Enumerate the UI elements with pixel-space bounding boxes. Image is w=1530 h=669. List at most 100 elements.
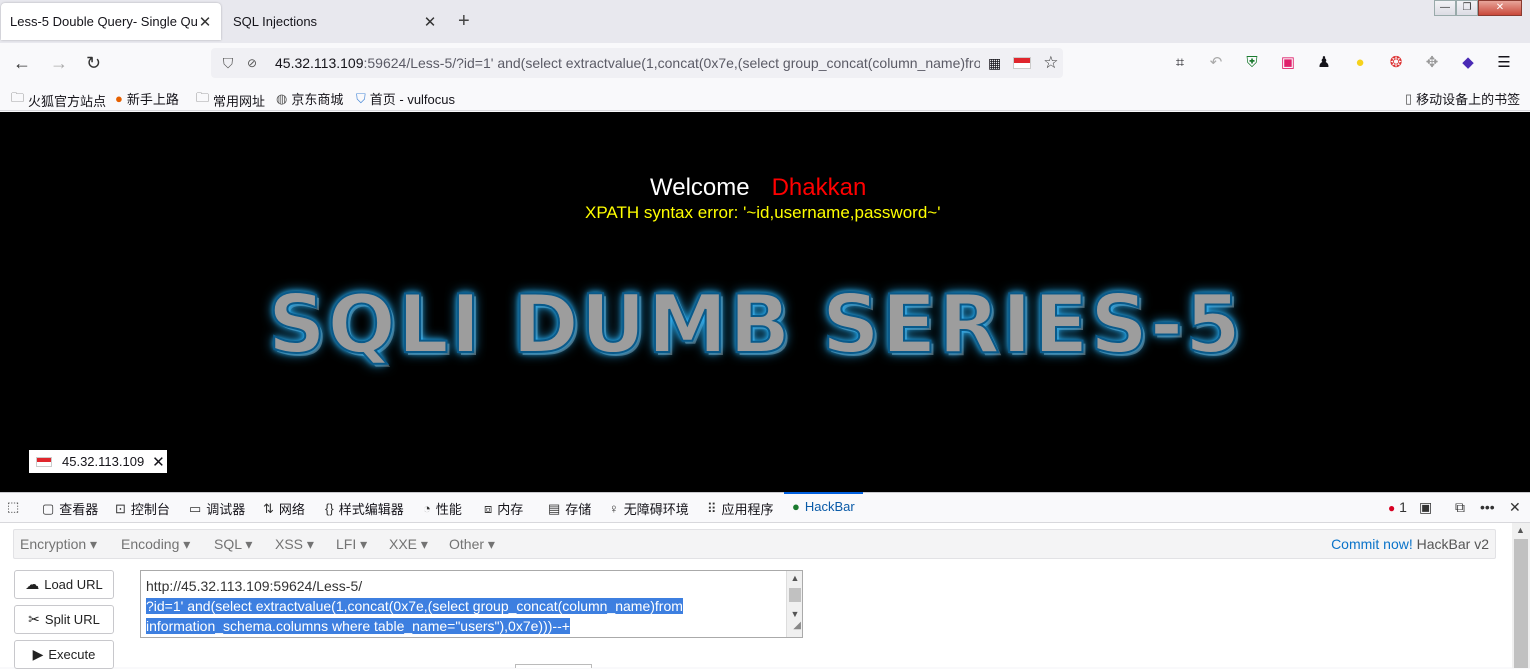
back-button[interactable]: ←: [13, 52, 31, 74]
tab-memory[interactable]: ⧈ 内存: [484, 499, 523, 518]
close-icon[interactable]: ✕: [152, 453, 165, 471]
tab-performance[interactable]: ◔ 性能: [423, 499, 462, 518]
insecure-lock-icon[interactable]: ⊘: [247, 56, 263, 70]
new-tab-button[interactable]: +: [458, 10, 470, 32]
bookmark-label: 新手上路: [126, 92, 179, 107]
scroll-up-icon[interactable]: ▲: [1516, 525, 1525, 535]
bookmark-label: 移动设备上的书签: [1416, 92, 1521, 107]
menu-icon[interactable]: ☰: [1494, 53, 1514, 73]
url-textarea[interactable]: http://45.32.113.109:59624/Less-5/ ?id=1…: [140, 570, 803, 638]
bookmark-item[interactable]: 🗀 火狐官方站点: [11, 89, 106, 111]
crop-icon[interactable]: ⌗: [1170, 53, 1190, 73]
menu-sql[interactable]: SQL ▾: [214, 536, 252, 553]
execute-button[interactable]: ▶ Execute: [14, 640, 114, 669]
devtools-scrollbar[interactable]: ▲: [1512, 523, 1530, 668]
tab-application[interactable]: ⠿ 应用程序: [707, 499, 774, 518]
diamond-extension-icon[interactable]: ◆: [1458, 53, 1478, 73]
tab-inspector[interactable]: ▢ 查看器: [42, 499, 98, 518]
dock-icon[interactable]: ⧉: [1455, 499, 1465, 516]
menu-xxe[interactable]: XXE ▾: [389, 536, 428, 553]
scroll-thumb[interactable]: [1514, 539, 1528, 668]
bookmark-label: 常用网址: [213, 93, 266, 109]
window-close-button[interactable]: ✕: [1478, 0, 1522, 16]
firefox-icon: ●: [115, 91, 123, 106]
reload-button[interactable]: ↻: [86, 52, 101, 74]
grid-icon: ⠿: [707, 500, 717, 516]
user-extension-icon[interactable]: ♟: [1314, 53, 1334, 73]
bookmark-star-icon[interactable]: ☆: [1043, 53, 1058, 73]
tab-accessibility[interactable]: ♀ 无障碍环境: [609, 499, 689, 518]
url-bar[interactable]: ⛉ ⊘ 45.32.113.109:59624/Less-5/?id=1' an…: [211, 48, 1063, 78]
user-name: Dhakkan: [771, 174, 867, 201]
notification-extension-icon[interactable]: ❂: [1386, 53, 1406, 73]
colorful-extension-icon[interactable]: ▣: [1278, 53, 1298, 73]
commit-link[interactable]: Commit now!: [1331, 536, 1413, 552]
tab-console[interactable]: ⊡ 控制台: [115, 499, 170, 518]
menu-xss[interactable]: XSS ▾: [275, 536, 314, 553]
qr-code-icon[interactable]: ▦: [988, 55, 1001, 72]
xpath-error: XPATH syntax error: '~id,username,passwo…: [585, 203, 941, 222]
window-controls: — ❐ ✕: [1434, 0, 1522, 16]
tab-style-editor[interactable]: {} 样式编辑器: [325, 499, 404, 518]
ip-badge: 45.32.113.109 ✕: [29, 450, 167, 473]
bookmark-label: 火狐官方站点: [28, 93, 107, 109]
tab-label: 网络: [278, 502, 305, 517]
tab-debugger[interactable]: ▭ 调试器: [189, 499, 245, 518]
tab-network[interactable]: ⇅ 网络: [263, 499, 305, 518]
undo-icon[interactable]: ↶: [1206, 53, 1226, 73]
error-icon: ●: [1388, 501, 1396, 515]
tab-storage[interactable]: ▤ 存储: [548, 499, 591, 518]
menu-encryption[interactable]: Encryption ▾: [20, 536, 97, 553]
menu-encoding[interactable]: Encoding ▾: [121, 536, 190, 553]
tab-less5[interactable]: Less-5 Double Query- Single Quotes- Stri…: [1, 3, 221, 40]
close-icon[interactable]: ✕: [422, 13, 438, 31]
menu-other[interactable]: Other ▾: [449, 536, 495, 553]
hackbar-version: HackBar v2: [1416, 536, 1489, 552]
menu-lfi[interactable]: LFI ▾: [336, 536, 367, 553]
error-count[interactable]: ● 1: [1388, 499, 1407, 515]
split-url-button[interactable]: ✂ Split URL: [14, 605, 114, 634]
shield-extension-icon[interactable]: ⛨: [1242, 53, 1262, 73]
singapore-flag-icon[interactable]: [1013, 57, 1032, 69]
resize-handle-icon[interactable]: ◢: [793, 616, 801, 636]
bookmark-item[interactable]: ◍ 京东商城: [276, 89, 343, 108]
puzzle-extension-icon[interactable]: ✥: [1422, 53, 1442, 73]
circle-extension-icon[interactable]: ●: [1350, 53, 1370, 73]
responsive-design-icon[interactable]: ▣: [1419, 499, 1432, 516]
commit-banner: Commit now! HackBar v2: [1331, 536, 1489, 552]
load-url-button[interactable]: ☁ Load URL: [14, 570, 114, 599]
close-icon[interactable]: ✕: [197, 13, 213, 31]
tab-title: Less-5 Double Query- Single Quotes- Stri…: [10, 14, 197, 29]
url-line-selected: ?id=1' and(select extractvalue(1,concat(…: [146, 598, 683, 614]
more-options-icon[interactable]: •••: [1480, 499, 1495, 515]
close-devtools-icon[interactable]: ✕: [1509, 499, 1521, 516]
minimize-button[interactable]: —: [1434, 0, 1456, 16]
hackbar-icon: ●: [792, 499, 800, 514]
tab-label: 调试器: [206, 502, 246, 517]
url-host: 45.32.113.109: [275, 55, 364, 71]
console-icon: ⊡: [115, 500, 126, 516]
tab-label: 控制台: [130, 502, 170, 517]
menu-label: XXE: [389, 536, 418, 552]
restore-button[interactable]: ❐: [1456, 0, 1478, 16]
url-text[interactable]: 45.32.113.109:59624/Less-5/?id=1' and(se…: [275, 55, 980, 71]
hidden-control[interactable]: [515, 664, 592, 668]
forward-button[interactable]: →: [50, 52, 68, 74]
mobile-bookmarks[interactable]: ▯ 移动设备上的书签: [1405, 89, 1520, 108]
element-picker-icon[interactable]: ⬚: [7, 499, 19, 515]
scroll-up-icon[interactable]: ▲: [787, 571, 802, 586]
tab-sql-injections[interactable]: SQL Injections ✕: [224, 3, 446, 40]
globe-icon: ◍: [276, 90, 288, 106]
url-line-selected: information_schema.columns where table_n…: [146, 618, 570, 634]
tracking-shield-icon[interactable]: ⛉: [219, 55, 237, 72]
tab-hackbar[interactable]: ● HackBar: [784, 492, 863, 514]
bookmark-item[interactable]: ⛉ 首页 - vulfocus: [356, 89, 455, 108]
hackbar-menu: Encryption ▾ Encoding ▾ SQL ▾ XSS ▾ LFI …: [13, 529, 1496, 559]
tab-label: 查看器: [59, 502, 99, 517]
bookmark-item[interactable]: 🗀 常用网址: [196, 89, 265, 111]
bookmark-item[interactable]: ● 新手上路: [115, 89, 179, 108]
scroll-thumb[interactable]: [789, 588, 801, 602]
menu-label: Encoding: [121, 536, 180, 552]
menu-label: Other: [449, 536, 485, 552]
accessibility-icon: ♀: [609, 501, 619, 516]
